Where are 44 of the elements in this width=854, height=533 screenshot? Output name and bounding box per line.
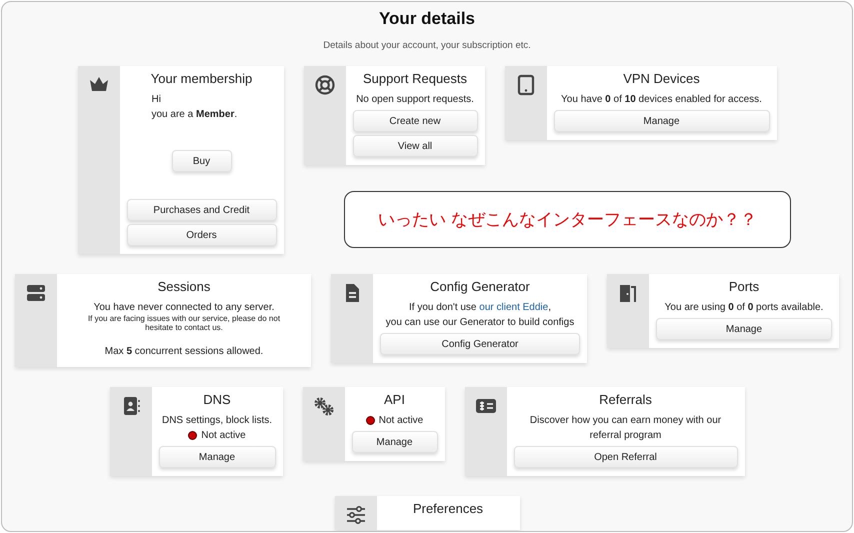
client-link[interactable]: our client Eddie (479, 302, 548, 313)
action-button[interactable]: Manage (158, 446, 276, 468)
card-text: You have 0 of 10 devices enabled for access. (560, 93, 763, 107)
card-text: you can use our Generator to build configs (384, 316, 576, 330)
card-text: Max 5 concurrent sessions allowed. (104, 345, 264, 359)
greeting-text: Hi (150, 93, 162, 107)
action-button[interactable]: View all (352, 135, 478, 157)
sliders-icon (344, 504, 366, 526)
action-button[interactable]: Purchases and Credit (126, 199, 276, 221)
action-button[interactable]: Manage (656, 318, 832, 340)
card-title: Config Generator (429, 279, 531, 294)
status-text: Not active (378, 414, 424, 428)
card-title: API (383, 392, 406, 407)
card-title: Referrals (598, 392, 653, 407)
card-text: DNS settings, block lists. (160, 414, 274, 428)
buy-button[interactable]: Buy (172, 150, 232, 172)
action-button[interactable]: Create new (352, 110, 478, 132)
callout-text: いったい なぜこんなインターフェースなのか？？ (378, 209, 758, 231)
lifebuoy-icon (314, 74, 336, 96)
status-text: Not active (201, 429, 246, 443)
card-text: You are using 0 of 0 ports available. (664, 301, 824, 315)
greeting-text: you are a Member. (150, 108, 238, 122)
gears-icon (312, 395, 334, 417)
card-text: If you don't use our client Eddie, (408, 301, 552, 315)
card-title: VPN Devices (622, 71, 701, 86)
action-button[interactable]: Manage (352, 431, 438, 453)
card-title: Your membership (150, 71, 254, 86)
card-title: Ports (728, 279, 760, 294)
card-title: Preferences (412, 501, 484, 516)
server-icon (25, 282, 47, 304)
action-button[interactable]: Config Generator (380, 333, 580, 355)
door-icon (617, 282, 639, 304)
action-button[interactable]: Open Referral (514, 446, 738, 468)
card-title: Sessions (156, 279, 212, 294)
card-text: Discover how you can earn money with our referral program (528, 414, 722, 443)
card-text: You have never connected to any server. (92, 301, 276, 315)
note-text: If you are facing issues with our service, please do not hesitate to contact us. (86, 315, 282, 332)
action-button[interactable]: Manage (554, 110, 770, 132)
card-text: No open support requests. (355, 93, 475, 107)
action-button[interactable]: Orders (126, 224, 276, 246)
page-subtitle: Details about your account, your subscription etc. (323, 40, 531, 51)
card-title: Support Requests (362, 71, 468, 86)
page-title: Your details (378, 9, 476, 29)
card-title: DNS (202, 392, 232, 407)
